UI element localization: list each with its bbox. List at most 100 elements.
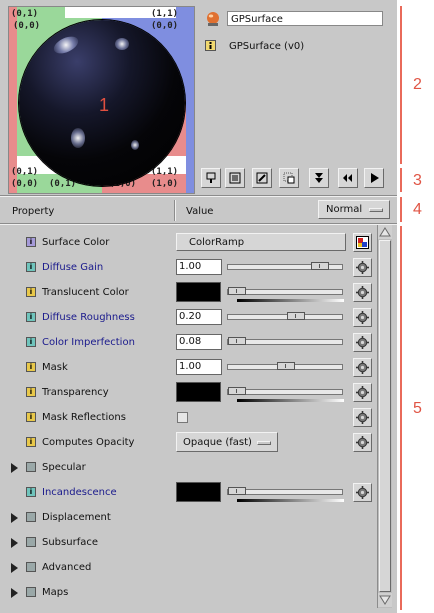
expand-triangle-icon[interactable] (11, 463, 18, 473)
slider-thumb[interactable] (228, 337, 246, 345)
value-gradient-bar (237, 499, 344, 502)
connect-button[interactable] (353, 333, 372, 352)
slider-thumb[interactable] (228, 287, 246, 295)
scroll-thumb[interactable] (379, 240, 391, 592)
dropdown-icon (257, 441, 271, 445)
parameter-info-icon: i (26, 337, 36, 347)
param-row-displacement[interactable]: Displacement (0, 505, 376, 530)
expand-triangle-icon[interactable] (11, 563, 18, 573)
option-select[interactable]: Opaque (fast) (176, 432, 278, 452)
parameter-info-icon: i (26, 312, 36, 322)
connect-button[interactable] (353, 258, 372, 277)
group-icon (26, 462, 36, 472)
shader-name-field[interactable]: GPSurface (227, 11, 383, 26)
vertical-scrollbar[interactable] (377, 225, 392, 608)
uv-label: (0,1) (11, 9, 39, 19)
connect-button[interactable] (353, 408, 372, 427)
group-icon (26, 537, 36, 547)
value-slider[interactable] (227, 337, 343, 345)
scroll-up-button[interactable] (378, 225, 392, 239)
uv-edge-strip (9, 7, 17, 193)
annotation-bracket (400, 226, 402, 610)
double-chevron-down-icon (315, 173, 323, 183)
parameter-info-icon: i (26, 237, 36, 247)
gear-icon (356, 411, 369, 424)
param-row-advanced[interactable]: Advanced (0, 555, 376, 580)
double-chevron-left-icon (343, 174, 352, 182)
property-column-header: Property (12, 206, 55, 217)
param-row-subsurface[interactable]: Subsurface (0, 530, 376, 555)
connect-button[interactable] (353, 433, 372, 452)
gear-icon (356, 436, 369, 449)
color-palette-icon (356, 236, 369, 249)
list-view-button[interactable] (225, 168, 245, 188)
slider-thumb[interactable] (287, 312, 305, 320)
color-swatch[interactable] (176, 382, 221, 402)
parameter-label: Incandescence (42, 487, 117, 498)
value-slider[interactable] (227, 362, 343, 370)
connect-button[interactable] (353, 358, 372, 377)
slider-thumb[interactable] (228, 387, 246, 395)
param-row-transparency: i Transparency (0, 380, 376, 405)
parameter-label: Mask Reflections (42, 412, 126, 423)
value-slider[interactable] (227, 287, 343, 295)
option-select-value: Opaque (fast) (183, 437, 252, 448)
value-slider[interactable] (227, 487, 343, 495)
column-divider[interactable] (174, 200, 176, 221)
value-slider[interactable] (227, 387, 343, 395)
param-row-color-imperfection: i Color Imperfection 0.08 (0, 330, 376, 355)
value-input[interactable]: 1.00 (176, 359, 222, 375)
gear-icon (356, 386, 369, 399)
back-button[interactable] (338, 168, 358, 188)
parameter-label: Diffuse Roughness (42, 312, 135, 323)
slider-thumb[interactable] (277, 362, 295, 370)
value-input[interactable]: 0.20 (176, 309, 222, 325)
param-row-mask: i Mask 1.00 (0, 355, 376, 380)
pin-menu-button[interactable] (201, 168, 221, 188)
expand-triangle-icon[interactable] (11, 588, 18, 598)
param-row-specular[interactable]: Specular (0, 455, 376, 480)
connect-button[interactable] (353, 283, 372, 302)
parameter-label: Color Imperfection (42, 337, 135, 348)
pick-button[interactable] (252, 168, 272, 188)
multi-select-button[interactable] (279, 168, 299, 188)
annotation-number: 4 (413, 201, 422, 218)
parameter-label: Surface Color (42, 237, 110, 248)
collapse-button[interactable] (309, 168, 329, 188)
shader-version-label: GPSurface (v0) (229, 41, 305, 52)
value-slider[interactable] (227, 312, 343, 320)
color-swatch[interactable] (176, 482, 221, 502)
parameter-info-icon: i (26, 287, 36, 297)
parameter-label: Translucent Color (42, 287, 129, 298)
connect-button[interactable] (353, 483, 372, 502)
mode-select[interactable]: Normal (318, 200, 390, 219)
parameter-label: Diffuse Gain (42, 262, 104, 273)
expand-triangle-icon[interactable] (11, 538, 18, 548)
param-row-maps[interactable]: Maps (0, 580, 376, 605)
value-input[interactable]: 1.00 (176, 259, 222, 275)
uv-label: (0,0) (151, 21, 179, 31)
checkbox[interactable] (177, 412, 188, 423)
preview-swatch[interactable]: (0,1) (0,0) (1,1) (0,0) (0,1) (1,1) (0,0… (8, 6, 195, 194)
slider-thumb[interactable] (228, 487, 246, 495)
list-icon (229, 172, 241, 184)
ramp-editor-button[interactable] (353, 233, 372, 252)
connect-button[interactable] (353, 308, 372, 327)
param-row-translucent-color: i Translucent Color (0, 280, 376, 305)
color-swatch[interactable] (176, 282, 221, 302)
slider-thumb[interactable] (311, 262, 329, 270)
color-ramp-button[interactable]: ColorRamp (176, 233, 346, 251)
value-input[interactable]: 0.08 (176, 334, 222, 350)
group-icon (26, 587, 36, 597)
group-label: Advanced (42, 562, 92, 573)
connect-button[interactable] (353, 383, 372, 402)
parameter-label: Transparency (42, 387, 109, 398)
uv-label: (1,1) (151, 9, 179, 19)
expand-triangle-icon[interactable] (11, 513, 18, 523)
value-gradient-bar (237, 299, 344, 302)
value-slider[interactable] (227, 262, 343, 270)
scroll-down-button[interactable] (378, 593, 392, 607)
play-button[interactable] (364, 168, 384, 188)
annotation-bracket (400, 6, 402, 164)
annotation-bracket (400, 197, 402, 222)
